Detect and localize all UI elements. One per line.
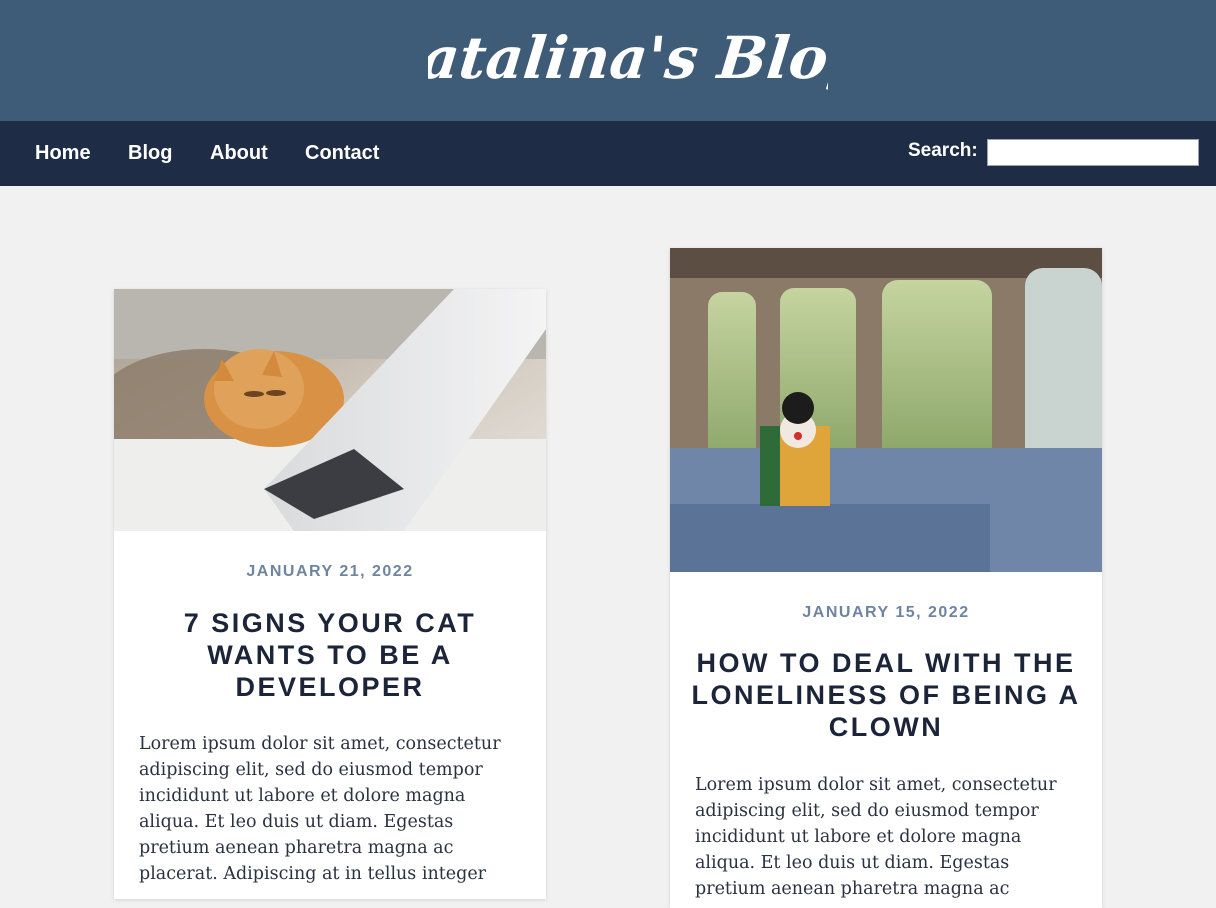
post-date: JANUARY 15, 2022	[802, 604, 970, 621]
post-image[interactable]	[670, 248, 1102, 572]
blog-logo[interactable]: Catalina's Blog	[428, 2, 828, 106]
nav-home-link[interactable]: Home	[35, 141, 91, 165]
post-excerpt: Lorem ipsum dolor sit amet, consectetur …	[695, 775, 1057, 899]
post-title[interactable]: 7 SIGNS YOUR CAT WANTS TO BE A DEVELOPER	[134, 607, 526, 703]
post-card[interactable]: JANUARY 15, 2022 HOW TO DEAL WITH THE LO…	[670, 248, 1102, 908]
post-image[interactable]	[114, 289, 546, 531]
nav-about-link[interactable]: About	[210, 141, 268, 165]
post-excerpt: Lorem ipsum dolor sit amet, consectetur …	[139, 734, 501, 884]
search-input[interactable]	[987, 139, 1199, 166]
nav-blog-link[interactable]: Blog	[128, 141, 172, 165]
nav-contact-link[interactable]: Contact	[305, 141, 379, 165]
header-banner: Catalina's Blog	[0, 0, 1216, 121]
post-date: JANUARY 21, 2022	[246, 563, 414, 580]
post-card[interactable]: JANUARY 21, 2022 7 SIGNS YOUR CAT WANTS …	[114, 289, 546, 899]
svg-text:Catalina's Blog: Catalina's Blog	[428, 23, 828, 92]
post-title[interactable]: HOW TO DEAL WITH THE LONELINESS OF BEING…	[690, 647, 1082, 743]
search-label: Search:	[908, 140, 978, 161]
nav-bar: Home Blog About Contact Search:	[0, 121, 1216, 186]
